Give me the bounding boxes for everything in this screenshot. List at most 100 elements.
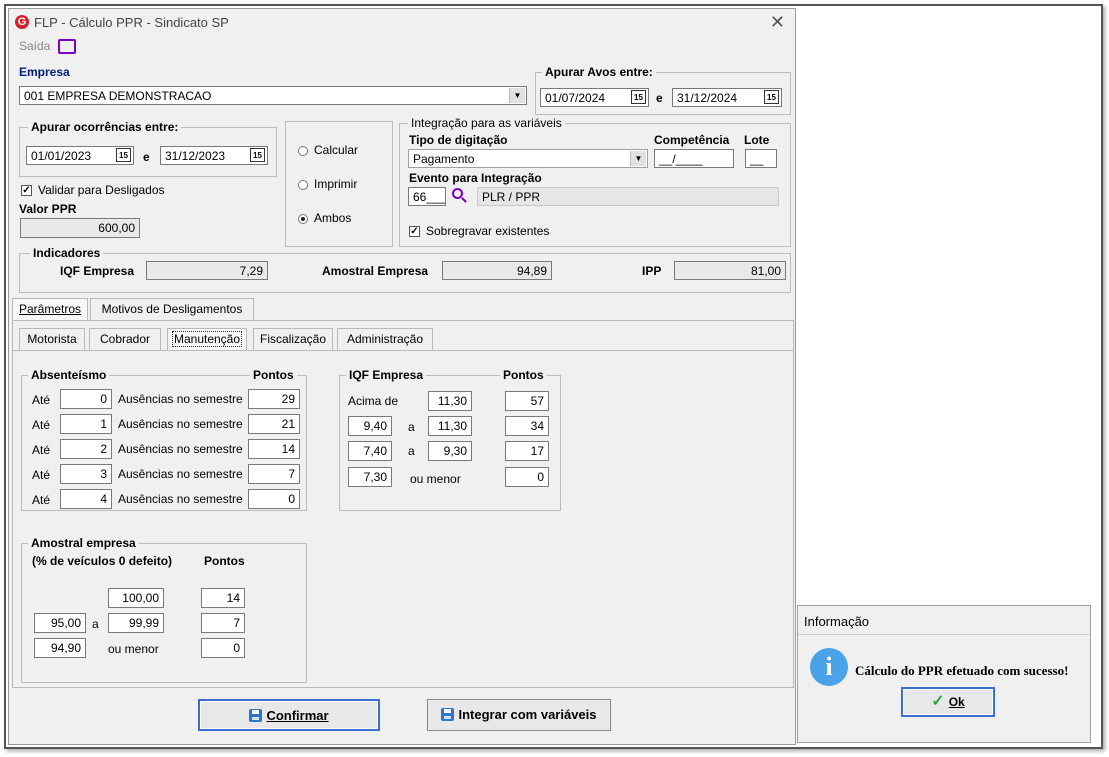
- parametros-panel: Motorista Cobrador Manutenção Fiscalizaç…: [12, 320, 794, 688]
- exit-screen-icon[interactable]: [58, 39, 76, 54]
- search-icon-handle: [461, 197, 467, 203]
- sobregravar-label: Sobregravar existentes: [426, 224, 550, 238]
- calendar-icon[interactable]: 15: [250, 148, 265, 162]
- iqf-pontos-input[interactable]: 17: [505, 441, 549, 461]
- sobregravar-checkbox[interactable]: ✓: [409, 226, 420, 237]
- info-icon: i: [810, 648, 848, 686]
- iqf-table-group: IQF Empresa Pontos Acima de 11,30 57 9,4…: [339, 368, 561, 511]
- ate-label: Até: [32, 493, 51, 507]
- avos-from-date[interactable]: 01/07/2024 15: [540, 88, 649, 107]
- acima-input[interactable]: 11,30: [428, 391, 472, 411]
- radio-ambos[interactable]: [298, 214, 308, 224]
- iqf-pontos-input[interactable]: 57: [505, 391, 549, 411]
- competencia-input[interactable]: __/____: [654, 149, 734, 168]
- absence-value-input[interactable]: 2: [60, 439, 112, 459]
- evento-code-input[interactable]: 66___: [408, 187, 446, 206]
- absenteismo-group: Absenteísmo Pontos Até 0 Ausências no se…: [21, 368, 307, 511]
- calendar-icon[interactable]: 15: [631, 90, 646, 104]
- amostral-value-input[interactable]: 100,00: [108, 588, 164, 608]
- tab-manutencao[interactable]: Manutenção: [167, 328, 247, 350]
- amostral-from-input[interactable]: 95,00: [34, 613, 86, 633]
- radio-ambos-label: Ambos: [314, 211, 352, 225]
- amostral-from-input[interactable]: 94,90: [34, 638, 86, 658]
- radio-calcular-label: Calcular: [314, 143, 359, 157]
- tab-manutencao-label: Manutenção: [171, 331, 243, 347]
- tab-cobrador[interactable]: Cobrador: [89, 328, 161, 350]
- ok-button[interactable]: ✓ Ok: [901, 687, 995, 717]
- iqf-from-input[interactable]: 9,40: [348, 416, 392, 436]
- absence-text: Ausências no semestre: [118, 467, 243, 481]
- amostral-value-field: 94,89: [442, 261, 552, 280]
- amostral-pontos-label: Pontos: [204, 554, 245, 568]
- avos-sep: e: [656, 91, 663, 105]
- tab-parametros[interactable]: Parâmetros: [12, 298, 88, 320]
- main-window: G FLP - Cálculo PPR - Sindicato SP ✕ Saí…: [8, 8, 796, 745]
- absence-value-input[interactable]: 4: [60, 489, 112, 509]
- ou-menor-text: ou menor: [108, 642, 159, 656]
- apurar-avos-label: Apurar Avos entre:: [542, 65, 656, 79]
- tab-motivos[interactable]: Motivos de Desligamentos: [90, 298, 254, 320]
- mode-group: Calcular Imprimir Ambos: [285, 121, 393, 247]
- saida-menu[interactable]: Saída: [19, 39, 50, 53]
- amostral-pontos-input[interactable]: 7: [201, 613, 245, 633]
- iqf-from-input[interactable]: 7,30: [348, 467, 392, 487]
- save-icon: [249, 709, 263, 722]
- indicadores-label: Indicadores: [30, 246, 104, 260]
- iqf-to-input[interactable]: 11,30: [428, 416, 472, 436]
- absence-value-input[interactable]: 3: [60, 464, 112, 484]
- evento-label: Evento para Integração: [409, 171, 542, 185]
- radio-imprimir[interactable]: [298, 180, 308, 190]
- iqf-from-input[interactable]: 7,40: [348, 441, 392, 461]
- iqf-pontos-input[interactable]: 0: [505, 467, 549, 487]
- check-icon: ✓: [931, 693, 945, 710]
- iqf-value-field: 7,29: [146, 261, 268, 280]
- valor-ppr-field[interactable]: 600,00: [20, 218, 140, 238]
- avos-to-date[interactable]: 31/12/2024 15: [672, 88, 782, 107]
- ocorrencias-to-date[interactable]: 31/12/2023 15: [160, 146, 268, 165]
- absence-pontos-input[interactable]: 14: [248, 439, 300, 459]
- ate-label: Até: [32, 468, 51, 482]
- calendar-icon[interactable]: 15: [116, 148, 131, 162]
- iqf-pontos-input[interactable]: 34: [505, 416, 549, 436]
- validar-checkbox[interactable]: ✓: [21, 185, 32, 196]
- absence-text: Ausências no semestre: [118, 492, 243, 506]
- ocorrencias-sep: e: [143, 150, 150, 164]
- ocorrencias-from-date[interactable]: 01/01/2023 15: [26, 146, 134, 165]
- apurar-ocorrencias-group: Apurar ocorrências entre: 01/01/2023 15 …: [19, 120, 277, 177]
- absence-pontos-input[interactable]: 21: [248, 414, 300, 434]
- tab-motorista[interactable]: Motorista: [19, 328, 85, 350]
- avos-to-value: 31/12/2024: [677, 91, 738, 105]
- absence-pontos-input[interactable]: 29: [248, 389, 300, 409]
- amostral-pontos-input[interactable]: 14: [201, 588, 245, 608]
- calendar-icon[interactable]: 15: [764, 90, 779, 104]
- tipo-select[interactable]: Pagamento ▼: [408, 149, 648, 168]
- absence-pontos-input[interactable]: 0: [248, 489, 300, 509]
- absence-value-input[interactable]: 0: [60, 389, 112, 409]
- window-title: FLP - Cálculo PPR - Sindicato SP: [34, 15, 229, 30]
- radio-imprimir-label: Imprimir: [314, 177, 358, 191]
- tab-fiscalizacao[interactable]: Fiscalização: [253, 328, 333, 350]
- ipp-value-field: 81,00: [674, 261, 786, 280]
- ocorrencias-from-value: 01/01/2023: [31, 149, 92, 163]
- absenteismo-pontos-label: Pontos: [250, 368, 297, 382]
- tab-administracao[interactable]: Administração: [337, 328, 433, 350]
- integrar-button[interactable]: Integrar com variáveis: [427, 699, 611, 731]
- confirmar-button[interactable]: Confirmar: [198, 699, 380, 731]
- iqf-to-input[interactable]: 9,30: [428, 441, 472, 461]
- absence-value-input[interactable]: 1: [60, 414, 112, 434]
- chevron-down-icon[interactable]: ▼: [630, 151, 646, 166]
- validar-label: Validar para Desligados: [38, 183, 165, 197]
- lote-input[interactable]: __: [745, 149, 777, 168]
- ocorrencias-to-value: 31/12/2023: [165, 149, 226, 163]
- chevron-down-icon[interactable]: ▼: [509, 88, 525, 103]
- close-icon[interactable]: ✕: [770, 12, 785, 33]
- amostral-to-input[interactable]: 99,99: [108, 613, 164, 633]
- confirmar-label: Confirmar: [266, 708, 329, 723]
- amostral-pontos-input[interactable]: 0: [201, 638, 245, 658]
- absence-text: Ausências no semestre: [118, 392, 243, 406]
- amostral-table-group: Amostral empresa (% de veículos 0 defeit…: [21, 536, 307, 683]
- indicadores-group: Indicadores IQF Empresa 7,29 Amostral Em…: [19, 246, 791, 293]
- empresa-select[interactable]: 001 EMPRESA DEMONSTRACAO ▼: [19, 86, 527, 105]
- absence-pontos-input[interactable]: 7: [248, 464, 300, 484]
- radio-calcular[interactable]: [298, 146, 308, 156]
